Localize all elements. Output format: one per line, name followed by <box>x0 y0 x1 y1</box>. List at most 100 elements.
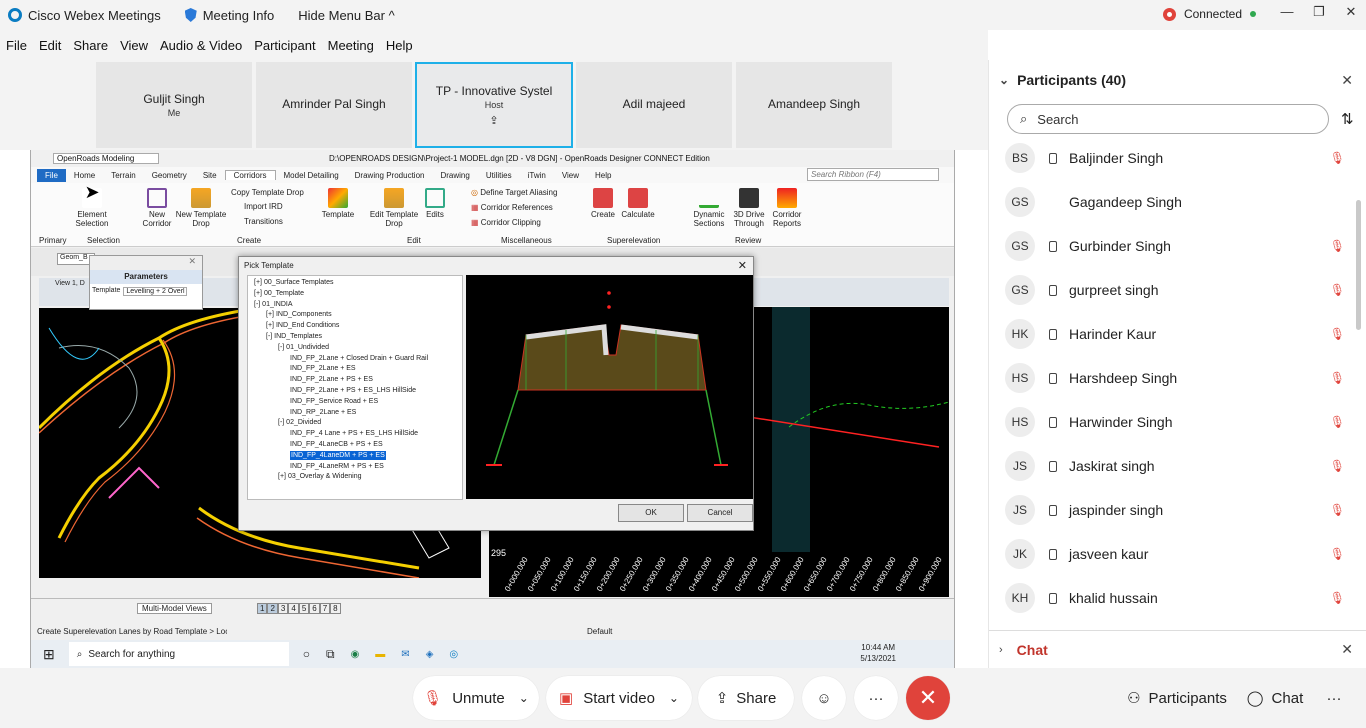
unmute-button[interactable]: 🎙 Unmute ⌄ <box>413 676 539 720</box>
muted-mic-icon[interactable]: 🎙 <box>1330 371 1345 385</box>
corridor-reports-button[interactable]: Corridor Reports <box>769 188 805 228</box>
tree-template-item[interactable]: IND_FP_4 Lane + PS + ES_LHS HillSide <box>290 429 418 438</box>
connection-status[interactable]: Connected <box>1162 7 1256 21</box>
tab-help[interactable]: Help <box>587 171 619 180</box>
tree-template-item[interactable]: IND_FP_2Lane + PS + ES_LHS HillSide <box>290 386 416 395</box>
tab-model-detailing[interactable]: Model Detailing <box>276 171 347 180</box>
dialog-close-icon[interactable]: ✕ <box>738 259 747 272</box>
restore-icon[interactable]: ❐ <box>1306 4 1332 24</box>
tree-folder[interactable]: [+] 00_Surface Templates <box>254 278 333 287</box>
taskbar-clock[interactable]: 10:44 AM 5/13/2021 <box>860 642 896 664</box>
close-chat-icon[interactable]: ✕ <box>1341 641 1353 658</box>
tab-drawing-production[interactable]: Drawing Production <box>347 171 433 180</box>
view-button-2[interactable]: 2 <box>267 603 278 614</box>
template-button[interactable]: Template <box>321 188 355 219</box>
cancel-button[interactable]: Cancel <box>687 504 753 522</box>
tree-template-item[interactable]: IND_FP_2Lane + PS + ES <box>290 375 373 384</box>
edits-button[interactable]: Edits <box>423 188 447 219</box>
close-params-icon[interactable]: ✕ <box>188 256 196 266</box>
participant-row[interactable]: JS jaspinder singh 🎙 <box>989 488 1366 532</box>
tab-utilities[interactable]: Utilities <box>478 171 520 180</box>
windows-start-icon[interactable]: ⊞ <box>43 646 55 663</box>
participant-row[interactable]: JK jasveen kaur 🎙 <box>989 532 1366 576</box>
participant-row[interactable]: HS Harwinder Singh 🎙 <box>989 400 1366 444</box>
view-button-5[interactable]: 5 <box>298 603 310 614</box>
tree-template-item[interactable]: IND_FP_4LaneDM + PS + ES <box>290 450 386 460</box>
multi-model-views-select[interactable]: Multi-Model Views <box>137 603 212 614</box>
tree-template-item[interactable]: IND_FP_2Lane + ES <box>290 364 356 373</box>
share-button[interactable]: ⇪ Share <box>698 676 794 720</box>
panel-more-button[interactable]: ··· <box>1316 676 1352 720</box>
view-button-7[interactable]: 7 <box>319 603 331 614</box>
corridor-references-button[interactable]: ▦ Corridor References <box>471 203 553 212</box>
task-view-icon[interactable]: ⧉ <box>326 647 335 662</box>
hide-menu-bar-button[interactable]: Hide Menu Bar ^ <box>298 8 394 23</box>
tree-folder[interactable]: [+] 00_Template <box>254 289 304 298</box>
view-button-8[interactable]: 8 <box>330 603 341 614</box>
muted-mic-icon[interactable]: 🎙 <box>1330 151 1345 165</box>
video-tile[interactable]: Amrinder Pal Singh <box>256 62 412 148</box>
define-target-aliasing-button[interactable]: ◎ Define Target Aliasing <box>471 188 557 197</box>
participant-row[interactable]: BS Baljinder Singh 🎙 <box>989 136 1366 180</box>
minimize-icon[interactable]: — <box>1274 4 1300 24</box>
start-video-button[interactable]: ▣ Start video ⌄ <box>546 676 692 720</box>
menu-edit[interactable]: Edit <box>33 38 67 53</box>
tab-terrain[interactable]: Terrain <box>103 171 143 180</box>
tree-template-item[interactable]: IND_FP_4LaneRM + PS + ES <box>290 462 384 471</box>
muted-mic-icon[interactable]: 🎙 <box>1330 503 1345 517</box>
copy-template-drop-button[interactable]: Copy Template Drop <box>231 188 304 197</box>
tab-drawing[interactable]: Drawing <box>432 171 477 180</box>
participant-row[interactable]: GS gurpreet singh 🎙 <box>989 268 1366 312</box>
video-tile[interactable]: Adil majeed <box>576 62 732 148</box>
menu-meeting[interactable]: Meeting <box>322 38 380 53</box>
element-selection-button[interactable]: ➤ Element Selection <box>75 183 109 228</box>
tab-file[interactable]: File <box>37 168 66 182</box>
video-tile-active-speaker[interactable]: TP - Innovative Systel Host ⇪ <box>415 62 573 148</box>
muted-mic-icon[interactable]: 🎙 <box>1330 283 1345 297</box>
view-button-6[interactable]: 6 <box>309 603 320 614</box>
edit-template-drop-button[interactable]: Edit Template Drop <box>367 188 421 228</box>
participant-row[interactable]: KH khalid hussain 🎙 <box>989 576 1366 620</box>
view-button-1[interactable]: 1 <box>257 603 268 614</box>
dynamic-sections-button[interactable]: Dynamic Sections <box>691 188 727 228</box>
muted-mic-icon[interactable]: 🎙 <box>1330 239 1345 253</box>
participant-row[interactable]: GS Gagandeep Singh <box>989 180 1366 224</box>
transitions-button[interactable]: Transitions <box>244 217 283 226</box>
muted-mic-icon[interactable]: 🎙 <box>1330 415 1345 429</box>
openroads-taskbar-icon[interactable]: ◈ <box>426 649 434 660</box>
tree-template-item[interactable]: IND_FP_4LaneCB + PS + ES <box>290 440 383 449</box>
tree-folder[interactable]: [+] IND_Components <box>266 310 332 319</box>
calculate-button[interactable]: Calculate <box>621 188 655 219</box>
muted-mic-icon[interactable]: 🎙 <box>1330 327 1345 341</box>
participant-row[interactable]: HS Harshdeep Singh 🎙 <box>989 356 1366 400</box>
tree-folder[interactable]: [-] IND_Templates <box>266 332 322 341</box>
drive-through-button[interactable]: 3D Drive Through <box>731 188 767 228</box>
tab-geometry[interactable]: Geometry <box>144 171 195 180</box>
muted-mic-icon[interactable]: 🎙 <box>1330 591 1345 605</box>
active-level[interactable]: Default <box>587 627 612 636</box>
new-corridor-button[interactable]: New Corridor <box>141 188 173 228</box>
menu-view[interactable]: View <box>114 38 154 53</box>
tab-itwin[interactable]: iTwin <box>520 171 554 180</box>
tree-template-item[interactable]: IND_FP_Service Road + ES <box>290 397 378 406</box>
more-options-button[interactable]: ··· <box>854 676 898 720</box>
menu-share[interactable]: Share <box>67 38 114 53</box>
chevron-down-icon[interactable]: ⌄ <box>999 73 1009 87</box>
tree-template-item[interactable]: IND_RP_2Lane + ES <box>290 408 356 417</box>
sort-list-icon[interactable]: ⇅ <box>1341 110 1354 128</box>
muted-mic-icon[interactable]: 🎙 <box>1330 459 1345 473</box>
tree-folder[interactable]: [+] IND_End Conditions <box>266 321 339 330</box>
close-window-icon[interactable]: ✕ <box>1338 4 1364 24</box>
ribbon-search-input[interactable]: Search Ribbon (F4) <box>807 168 939 181</box>
params-template-field[interactable]: Levelling + 2 Overl <box>123 287 188 296</box>
menu-audio-video[interactable]: Audio & Video <box>154 38 248 53</box>
participant-row[interactable]: HK Harinder Kaur 🎙 <box>989 312 1366 356</box>
tab-home[interactable]: Home <box>66 171 103 180</box>
corridor-clipping-button[interactable]: ▦ Corridor Clipping <box>471 218 541 227</box>
muted-mic-icon[interactable]: 🎙 <box>1330 547 1345 561</box>
mail-icon[interactable]: ✉ <box>401 649 409 660</box>
tab-corridors[interactable]: Corridors <box>224 170 276 180</box>
participants-toggle-button[interactable]: ⚇ Participants <box>1118 676 1236 720</box>
menu-file[interactable]: File <box>0 38 33 53</box>
participant-search-input[interactable]: ⌕ Search <box>1007 104 1329 134</box>
